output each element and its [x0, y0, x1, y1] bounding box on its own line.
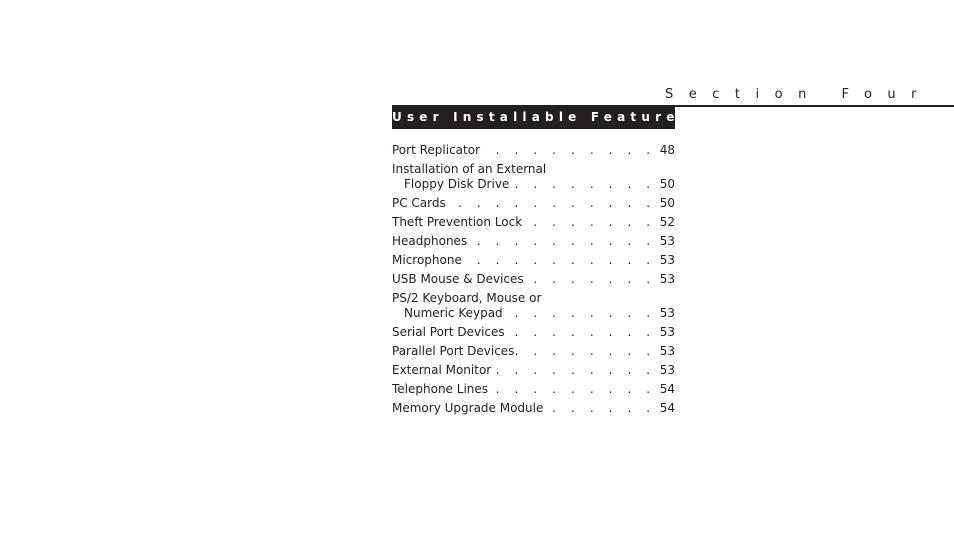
toc-entry[interactable]: Microphone . . . . . . . . . . . . . . .…: [392, 253, 675, 268]
toc-entry[interactable]: Telephone Lines . . . . . . . . . . . . …: [392, 382, 675, 397]
toc-entry[interactable]: External Monitor . . . . . . . . . . . .…: [392, 363, 675, 378]
toc-leader-dots: . . . . . . . . . . . . . . . . . . . . …: [469, 234, 656, 248]
toc-entry-title: Memory Upgrade Module: [392, 401, 544, 415]
toc-leader-dots: . . . . . . . . . . . . . . . . . . . . …: [505, 306, 656, 320]
toc-entry-title: Telephone Lines: [392, 382, 489, 396]
toc-entry-page: 52: [659, 215, 675, 229]
table-of-contents: Port Replicator . . . . . . . . . . . . …: [392, 143, 675, 420]
toc-entry-title: Serial Port Devices: [392, 325, 505, 339]
toc-entry-title: Parallel Port Devices: [392, 344, 515, 358]
toc-entry[interactable]: PS/2 Keyboard, Mouse or Numeric Keypad .…: [392, 291, 675, 321]
toc-leader-dots: . . . . . . . . . . . . . . . . . . . . …: [511, 177, 656, 191]
toc-entry[interactable]: Headphones . . . . . . . . . . . . . . .…: [392, 234, 675, 249]
toc-leader-dots: . . . . . . . . . . . . . . . . . . . . …: [526, 272, 656, 286]
toc-entry-page: 53: [659, 234, 675, 248]
section-heading-bar: User Installable Features: [392, 106, 687, 129]
toc-leader-dots: . . . . . . . . . . . . . . . . . . . . …: [482, 143, 656, 157]
toc-leader-dots: . . . . . . . . . . . . . . . . . . . . …: [524, 215, 656, 229]
toc-entry-page: 50: [659, 196, 675, 210]
toc-entry-page: 54: [659, 401, 675, 415]
toc-entry-title: USB Mouse & Devices: [392, 272, 524, 286]
section-label: Section Four: [665, 87, 932, 102]
toc-entry[interactable]: Installation of an External Floppy Disk …: [392, 162, 675, 192]
toc-entry-page: 53: [659, 363, 675, 377]
toc-entry[interactable]: PC Cards . . . . . . . . . . . . . . . .…: [392, 196, 675, 211]
toc-entry-title-continued: Numeric Keypad: [404, 306, 503, 320]
toc-entry-page: 48: [659, 143, 675, 157]
toc-entry[interactable]: Memory Upgrade Module . . . . . . . . . …: [392, 401, 675, 416]
toc-leader-dots: . . . . . . . . . . . . . . . . . . . . …: [516, 344, 656, 358]
toc-entry-page: 53: [659, 306, 675, 320]
toc-leader-dots: . . . . . . . . . . . . . . . . . . . . …: [448, 196, 656, 210]
toc-entry[interactable]: USB Mouse & Devices . . . . . . . . . . …: [392, 272, 675, 287]
toc-leader-dots: . . . . . . . . . . . . . . . . . . . . …: [493, 363, 656, 377]
toc-entry[interactable]: Port Replicator . . . . . . . . . . . . …: [392, 143, 675, 158]
toc-entry-title: Theft Prevention Lock: [392, 215, 523, 229]
toc-entry-page: 50: [659, 177, 675, 191]
toc-entry-title: Microphone: [392, 253, 462, 267]
toc-entry-title: PS/2 Keyboard, Mouse or: [392, 291, 542, 305]
toc-entry-title: Headphones: [392, 234, 468, 248]
toc-entry-title: Installation of an External: [392, 162, 547, 176]
toc-entry[interactable]: Parallel Port Devices . . . . . . . . . …: [392, 344, 675, 359]
toc-entry-page: 54: [659, 382, 675, 396]
toc-entry-page: 53: [659, 272, 675, 286]
toc-entry-title: Port Replicator: [392, 143, 481, 157]
toc-entry-title: PC Cards: [392, 196, 446, 210]
toc-leader-dots: . . . . . . . . . . . . . . . . . . . . …: [545, 401, 656, 415]
toc-leader-dots: . . . . . . . . . . . . . . . . . . . . …: [490, 382, 656, 396]
toc-leader-dots: . . . . . . . . . . . . . . . . . . . . …: [464, 253, 656, 267]
toc-entry-title-continued: Floppy Disk Drive: [404, 177, 510, 191]
toc-entry-page: 53: [659, 344, 675, 358]
toc-entry[interactable]: Theft Prevention Lock . . . . . . . . . …: [392, 215, 675, 230]
toc-entry-page: 53: [659, 325, 675, 339]
toc-entry-page: 53: [659, 253, 675, 267]
toc-entry-title: External Monitor: [392, 363, 492, 377]
section-heading: User Installable Features: [392, 110, 692, 124]
toc-leader-dots: . . . . . . . . . . . . . . . . . . . . …: [507, 325, 656, 339]
toc-entry[interactable]: Serial Port Devices . . . . . . . . . . …: [392, 325, 675, 340]
